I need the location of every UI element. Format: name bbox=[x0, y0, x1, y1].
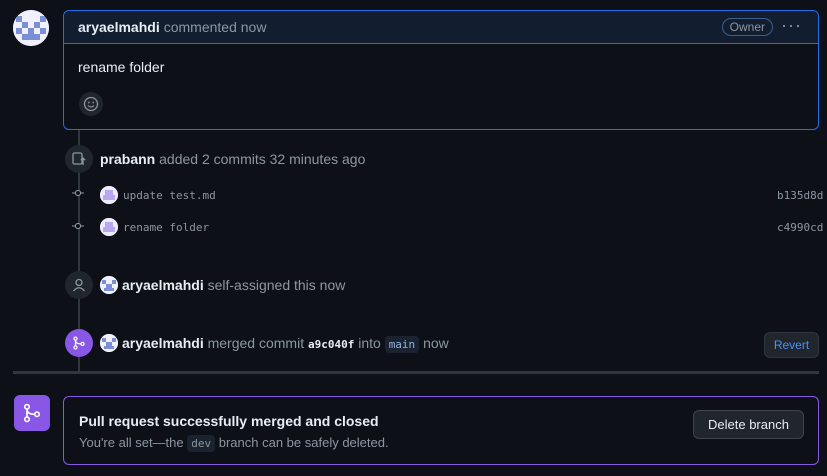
merge-status-title: Pull request successfully merged and clo… bbox=[79, 413, 379, 429]
commits-event-text: prabann added 2 commits 32 minutes ago bbox=[100, 151, 365, 167]
person-icon bbox=[73, 278, 85, 292]
assignee-avatar[interactable] bbox=[100, 276, 118, 294]
merge-event-icon-wrap bbox=[65, 329, 93, 357]
git-merge-icon bbox=[23, 403, 41, 423]
commits-event-desc: added 2 commits 32 minutes ago bbox=[159, 151, 366, 167]
comment-author[interactable]: aryaelmahdi bbox=[78, 19, 160, 35]
source-branch[interactable]: dev bbox=[187, 435, 216, 452]
delete-branch-button[interactable]: Delete branch bbox=[693, 410, 804, 439]
merge-status-icon-wrap bbox=[14, 395, 50, 431]
comment-box: aryaelmahdi commented now Owner ··· rena… bbox=[63, 10, 819, 130]
commit-avatar[interactable] bbox=[100, 218, 118, 236]
merge-event-post: now bbox=[423, 335, 449, 351]
commenter-avatar[interactable] bbox=[13, 10, 49, 46]
merge-event-author[interactable]: aryaelmahdi bbox=[122, 335, 204, 351]
assign-event-text: aryaelmahdi self-assigned this now bbox=[122, 277, 345, 293]
repo-push-icon bbox=[72, 152, 86, 165]
comment-header: aryaelmahdi commented now Owner ··· bbox=[64, 11, 818, 44]
commit-sha[interactable]: c4990cd bbox=[777, 221, 823, 234]
merge-status-sub-post: branch can be safely deleted. bbox=[218, 435, 389, 450]
git-merge-icon bbox=[73, 336, 85, 350]
assign-event-author[interactable]: aryaelmahdi bbox=[122, 277, 204, 293]
target-branch[interactable]: main bbox=[384, 336, 420, 353]
git-commit-icon bbox=[72, 222, 84, 230]
git-commit-icon bbox=[72, 189, 84, 197]
merge-event-pre: merged commit bbox=[207, 335, 305, 351]
commits-event-icon-wrap bbox=[65, 145, 93, 173]
merge-event-text: aryaelmahdi merged commit a9c040f into m… bbox=[122, 335, 449, 353]
merge-commit-sha[interactable]: a9c040f bbox=[308, 338, 354, 351]
commit-sha[interactable]: b135d8d bbox=[777, 189, 823, 202]
comment-body: rename folder bbox=[78, 59, 165, 75]
commit-row bbox=[72, 220, 84, 232]
commits-event-author[interactable]: prabann bbox=[100, 151, 155, 167]
merge-event-mid: into bbox=[358, 335, 381, 351]
commit-message[interactable]: rename folder bbox=[123, 221, 209, 234]
assign-event-icon-wrap bbox=[65, 271, 93, 299]
more-options-icon[interactable]: ··· bbox=[781, 15, 802, 36]
merger-avatar[interactable] bbox=[100, 334, 118, 352]
revert-button[interactable]: Revert bbox=[764, 332, 819, 358]
commit-message[interactable]: update test.md bbox=[123, 189, 216, 202]
add-reaction-button[interactable] bbox=[79, 92, 103, 116]
merge-status-subtitle: You're all set—the dev branch can be saf… bbox=[79, 435, 389, 452]
owner-badge: Owner bbox=[721, 18, 773, 36]
merge-status-sub-pre: You're all set—the bbox=[79, 435, 184, 450]
commit-avatar[interactable] bbox=[100, 186, 118, 204]
commit-row bbox=[72, 187, 84, 199]
smiley-icon bbox=[83, 96, 99, 112]
assign-event-desc: self-assigned this now bbox=[207, 277, 346, 293]
comment-meta[interactable]: commented now bbox=[164, 19, 267, 35]
timeline-divider bbox=[13, 371, 819, 374]
